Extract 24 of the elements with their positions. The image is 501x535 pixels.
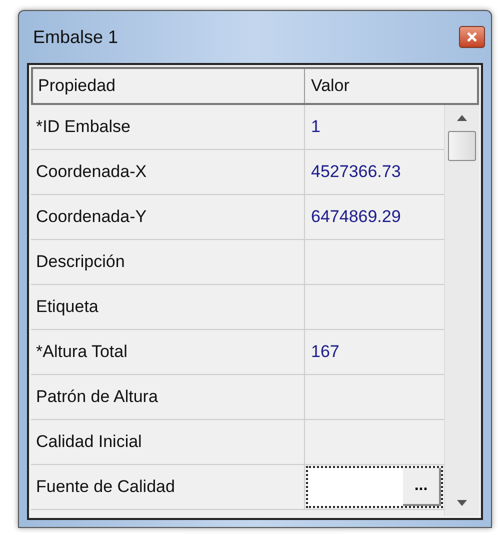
column-header[interactable]: Propiedad (33, 69, 305, 103)
property-cell: Etiqueta (31, 285, 305, 329)
column-header[interactable]: Valor (305, 69, 477, 103)
value-cell[interactable]: 4527366.73 (305, 150, 444, 194)
browse-button[interactable]: ... (403, 468, 441, 506)
value-cell[interactable]: 6474869.29 (305, 195, 444, 239)
property-cell: *ID Embalse (31, 105, 305, 149)
property-cell: Descripción (31, 240, 305, 284)
value-cell[interactable]: 1 (305, 105, 444, 149)
property-cell: Coordenada-X (31, 150, 305, 194)
scroll-down-icon[interactable] (457, 500, 467, 506)
close-icon (467, 32, 477, 42)
value-editor[interactable]: ... (306, 466, 443, 508)
scroll-thumb[interactable] (448, 131, 476, 161)
property-cell: Coordenada-Y (31, 195, 305, 239)
window-title: Embalse 1 (32, 26, 118, 48)
property-cell: Fuente de Calidad (31, 465, 305, 509)
property-cell: Calidad Inicial (31, 420, 305, 464)
property-cell: *Altura Total (31, 330, 305, 374)
property-cell: Patrón de Altura (31, 375, 305, 419)
close-button[interactable] (459, 26, 485, 48)
scrollbar[interactable] (444, 105, 479, 516)
scroll-up-icon[interactable] (457, 115, 467, 121)
value-cell[interactable]: 167 (305, 330, 444, 374)
